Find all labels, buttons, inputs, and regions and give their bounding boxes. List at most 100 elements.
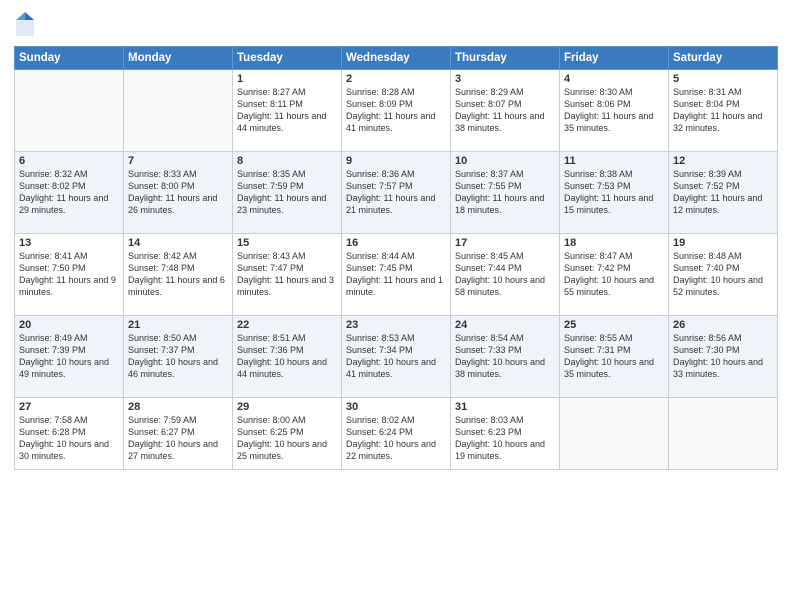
logo-icon xyxy=(14,10,36,38)
day-info: Sunrise: 8:45 AM Sunset: 7:44 PM Dayligh… xyxy=(455,250,555,299)
day-info: Sunrise: 8:00 AM Sunset: 6:25 PM Dayligh… xyxy=(237,414,337,463)
day-info: Sunrise: 8:36 AM Sunset: 7:57 PM Dayligh… xyxy=(346,168,446,217)
logo xyxy=(14,10,38,38)
weekday-header-thursday: Thursday xyxy=(451,47,560,70)
day-info: Sunrise: 8:31 AM Sunset: 8:04 PM Dayligh… xyxy=(673,86,773,135)
calendar-cell: 20Sunrise: 8:49 AM Sunset: 7:39 PM Dayli… xyxy=(15,316,124,398)
calendar-cell: 15Sunrise: 8:43 AM Sunset: 7:47 PM Dayli… xyxy=(233,234,342,316)
day-info: Sunrise: 7:59 AM Sunset: 6:27 PM Dayligh… xyxy=(128,414,228,463)
day-info: Sunrise: 8:53 AM Sunset: 7:34 PM Dayligh… xyxy=(346,332,446,381)
day-info: Sunrise: 8:50 AM Sunset: 7:37 PM Dayligh… xyxy=(128,332,228,381)
day-number: 27 xyxy=(19,401,119,413)
calendar-cell xyxy=(669,398,778,470)
calendar-cell: 14Sunrise: 8:42 AM Sunset: 7:48 PM Dayli… xyxy=(124,234,233,316)
day-number: 7 xyxy=(128,155,228,167)
weekday-header-wednesday: Wednesday xyxy=(342,47,451,70)
weekday-header-monday: Monday xyxy=(124,47,233,70)
week-row-3: 13Sunrise: 8:41 AM Sunset: 7:50 PM Dayli… xyxy=(15,234,778,316)
calendar-cell: 12Sunrise: 8:39 AM Sunset: 7:52 PM Dayli… xyxy=(669,152,778,234)
calendar-cell: 25Sunrise: 8:55 AM Sunset: 7:31 PM Dayli… xyxy=(560,316,669,398)
day-number: 25 xyxy=(564,319,664,331)
day-info: Sunrise: 8:03 AM Sunset: 6:23 PM Dayligh… xyxy=(455,414,555,463)
day-number: 2 xyxy=(346,73,446,85)
weekday-header-saturday: Saturday xyxy=(669,47,778,70)
day-number: 24 xyxy=(455,319,555,331)
day-info: Sunrise: 8:32 AM Sunset: 8:02 PM Dayligh… xyxy=(19,168,119,217)
day-number: 22 xyxy=(237,319,337,331)
week-row-2: 6Sunrise: 8:32 AM Sunset: 8:02 PM Daylig… xyxy=(15,152,778,234)
day-info: Sunrise: 8:41 AM Sunset: 7:50 PM Dayligh… xyxy=(19,250,119,299)
calendar-cell: 3Sunrise: 8:29 AM Sunset: 8:07 PM Daylig… xyxy=(451,70,560,152)
day-info: Sunrise: 8:02 AM Sunset: 6:24 PM Dayligh… xyxy=(346,414,446,463)
weekday-header-sunday: Sunday xyxy=(15,47,124,70)
day-number: 28 xyxy=(128,401,228,413)
day-info: Sunrise: 8:28 AM Sunset: 8:09 PM Dayligh… xyxy=(346,86,446,135)
day-number: 1 xyxy=(237,73,337,85)
day-info: Sunrise: 8:29 AM Sunset: 8:07 PM Dayligh… xyxy=(455,86,555,135)
calendar-cell: 17Sunrise: 8:45 AM Sunset: 7:44 PM Dayli… xyxy=(451,234,560,316)
calendar-cell: 2Sunrise: 8:28 AM Sunset: 8:09 PM Daylig… xyxy=(342,70,451,152)
calendar-cell: 7Sunrise: 8:33 AM Sunset: 8:00 PM Daylig… xyxy=(124,152,233,234)
day-number: 23 xyxy=(346,319,446,331)
week-row-1: 1Sunrise: 8:27 AM Sunset: 8:11 PM Daylig… xyxy=(15,70,778,152)
week-row-4: 20Sunrise: 8:49 AM Sunset: 7:39 PM Dayli… xyxy=(15,316,778,398)
day-number: 16 xyxy=(346,237,446,249)
calendar-cell: 29Sunrise: 8:00 AM Sunset: 6:25 PM Dayli… xyxy=(233,398,342,470)
day-info: Sunrise: 8:54 AM Sunset: 7:33 PM Dayligh… xyxy=(455,332,555,381)
day-info: Sunrise: 8:49 AM Sunset: 7:39 PM Dayligh… xyxy=(19,332,119,381)
calendar-cell: 6Sunrise: 8:32 AM Sunset: 8:02 PM Daylig… xyxy=(15,152,124,234)
day-info: Sunrise: 8:55 AM Sunset: 7:31 PM Dayligh… xyxy=(564,332,664,381)
day-number: 14 xyxy=(128,237,228,249)
calendar-cell: 24Sunrise: 8:54 AM Sunset: 7:33 PM Dayli… xyxy=(451,316,560,398)
calendar-table: SundayMondayTuesdayWednesdayThursdayFrid… xyxy=(14,46,778,470)
day-number: 15 xyxy=(237,237,337,249)
day-info: Sunrise: 8:27 AM Sunset: 8:11 PM Dayligh… xyxy=(237,86,337,135)
day-number: 9 xyxy=(346,155,446,167)
calendar-cell xyxy=(560,398,669,470)
day-number: 3 xyxy=(455,73,555,85)
day-info: Sunrise: 8:42 AM Sunset: 7:48 PM Dayligh… xyxy=(128,250,228,299)
day-number: 5 xyxy=(673,73,773,85)
calendar-cell: 1Sunrise: 8:27 AM Sunset: 8:11 PM Daylig… xyxy=(233,70,342,152)
weekday-header-tuesday: Tuesday xyxy=(233,47,342,70)
day-number: 26 xyxy=(673,319,773,331)
calendar-cell: 4Sunrise: 8:30 AM Sunset: 8:06 PM Daylig… xyxy=(560,70,669,152)
day-info: Sunrise: 8:33 AM Sunset: 8:00 PM Dayligh… xyxy=(128,168,228,217)
week-row-5: 27Sunrise: 7:58 AM Sunset: 6:28 PM Dayli… xyxy=(15,398,778,470)
calendar-cell: 31Sunrise: 8:03 AM Sunset: 6:23 PM Dayli… xyxy=(451,398,560,470)
day-number: 6 xyxy=(19,155,119,167)
day-number: 31 xyxy=(455,401,555,413)
day-info: Sunrise: 8:30 AM Sunset: 8:06 PM Dayligh… xyxy=(564,86,664,135)
day-number: 18 xyxy=(564,237,664,249)
day-info: Sunrise: 8:43 AM Sunset: 7:47 PM Dayligh… xyxy=(237,250,337,299)
day-info: Sunrise: 8:37 AM Sunset: 7:55 PM Dayligh… xyxy=(455,168,555,217)
day-number: 17 xyxy=(455,237,555,249)
calendar-cell: 16Sunrise: 8:44 AM Sunset: 7:45 PM Dayli… xyxy=(342,234,451,316)
day-info: Sunrise: 8:35 AM Sunset: 7:59 PM Dayligh… xyxy=(237,168,337,217)
weekday-header-row: SundayMondayTuesdayWednesdayThursdayFrid… xyxy=(15,47,778,70)
day-number: 13 xyxy=(19,237,119,249)
calendar-cell: 23Sunrise: 8:53 AM Sunset: 7:34 PM Dayli… xyxy=(342,316,451,398)
day-info: Sunrise: 8:48 AM Sunset: 7:40 PM Dayligh… xyxy=(673,250,773,299)
calendar-cell: 8Sunrise: 8:35 AM Sunset: 7:59 PM Daylig… xyxy=(233,152,342,234)
calendar-cell xyxy=(15,70,124,152)
calendar-cell xyxy=(124,70,233,152)
day-number: 12 xyxy=(673,155,773,167)
page: SundayMondayTuesdayWednesdayThursdayFrid… xyxy=(0,0,792,612)
calendar-cell: 21Sunrise: 8:50 AM Sunset: 7:37 PM Dayli… xyxy=(124,316,233,398)
day-number: 11 xyxy=(564,155,664,167)
day-info: Sunrise: 8:38 AM Sunset: 7:53 PM Dayligh… xyxy=(564,168,664,217)
calendar-cell: 18Sunrise: 8:47 AM Sunset: 7:42 PM Dayli… xyxy=(560,234,669,316)
day-info: Sunrise: 8:51 AM Sunset: 7:36 PM Dayligh… xyxy=(237,332,337,381)
calendar-cell: 28Sunrise: 7:59 AM Sunset: 6:27 PM Dayli… xyxy=(124,398,233,470)
calendar-cell: 22Sunrise: 8:51 AM Sunset: 7:36 PM Dayli… xyxy=(233,316,342,398)
calendar-cell: 13Sunrise: 8:41 AM Sunset: 7:50 PM Dayli… xyxy=(15,234,124,316)
day-number: 30 xyxy=(346,401,446,413)
day-number: 10 xyxy=(455,155,555,167)
header xyxy=(14,10,778,38)
day-info: Sunrise: 7:58 AM Sunset: 6:28 PM Dayligh… xyxy=(19,414,119,463)
calendar-cell: 10Sunrise: 8:37 AM Sunset: 7:55 PM Dayli… xyxy=(451,152,560,234)
calendar-cell: 30Sunrise: 8:02 AM Sunset: 6:24 PM Dayli… xyxy=(342,398,451,470)
calendar-cell: 9Sunrise: 8:36 AM Sunset: 7:57 PM Daylig… xyxy=(342,152,451,234)
weekday-header-friday: Friday xyxy=(560,47,669,70)
